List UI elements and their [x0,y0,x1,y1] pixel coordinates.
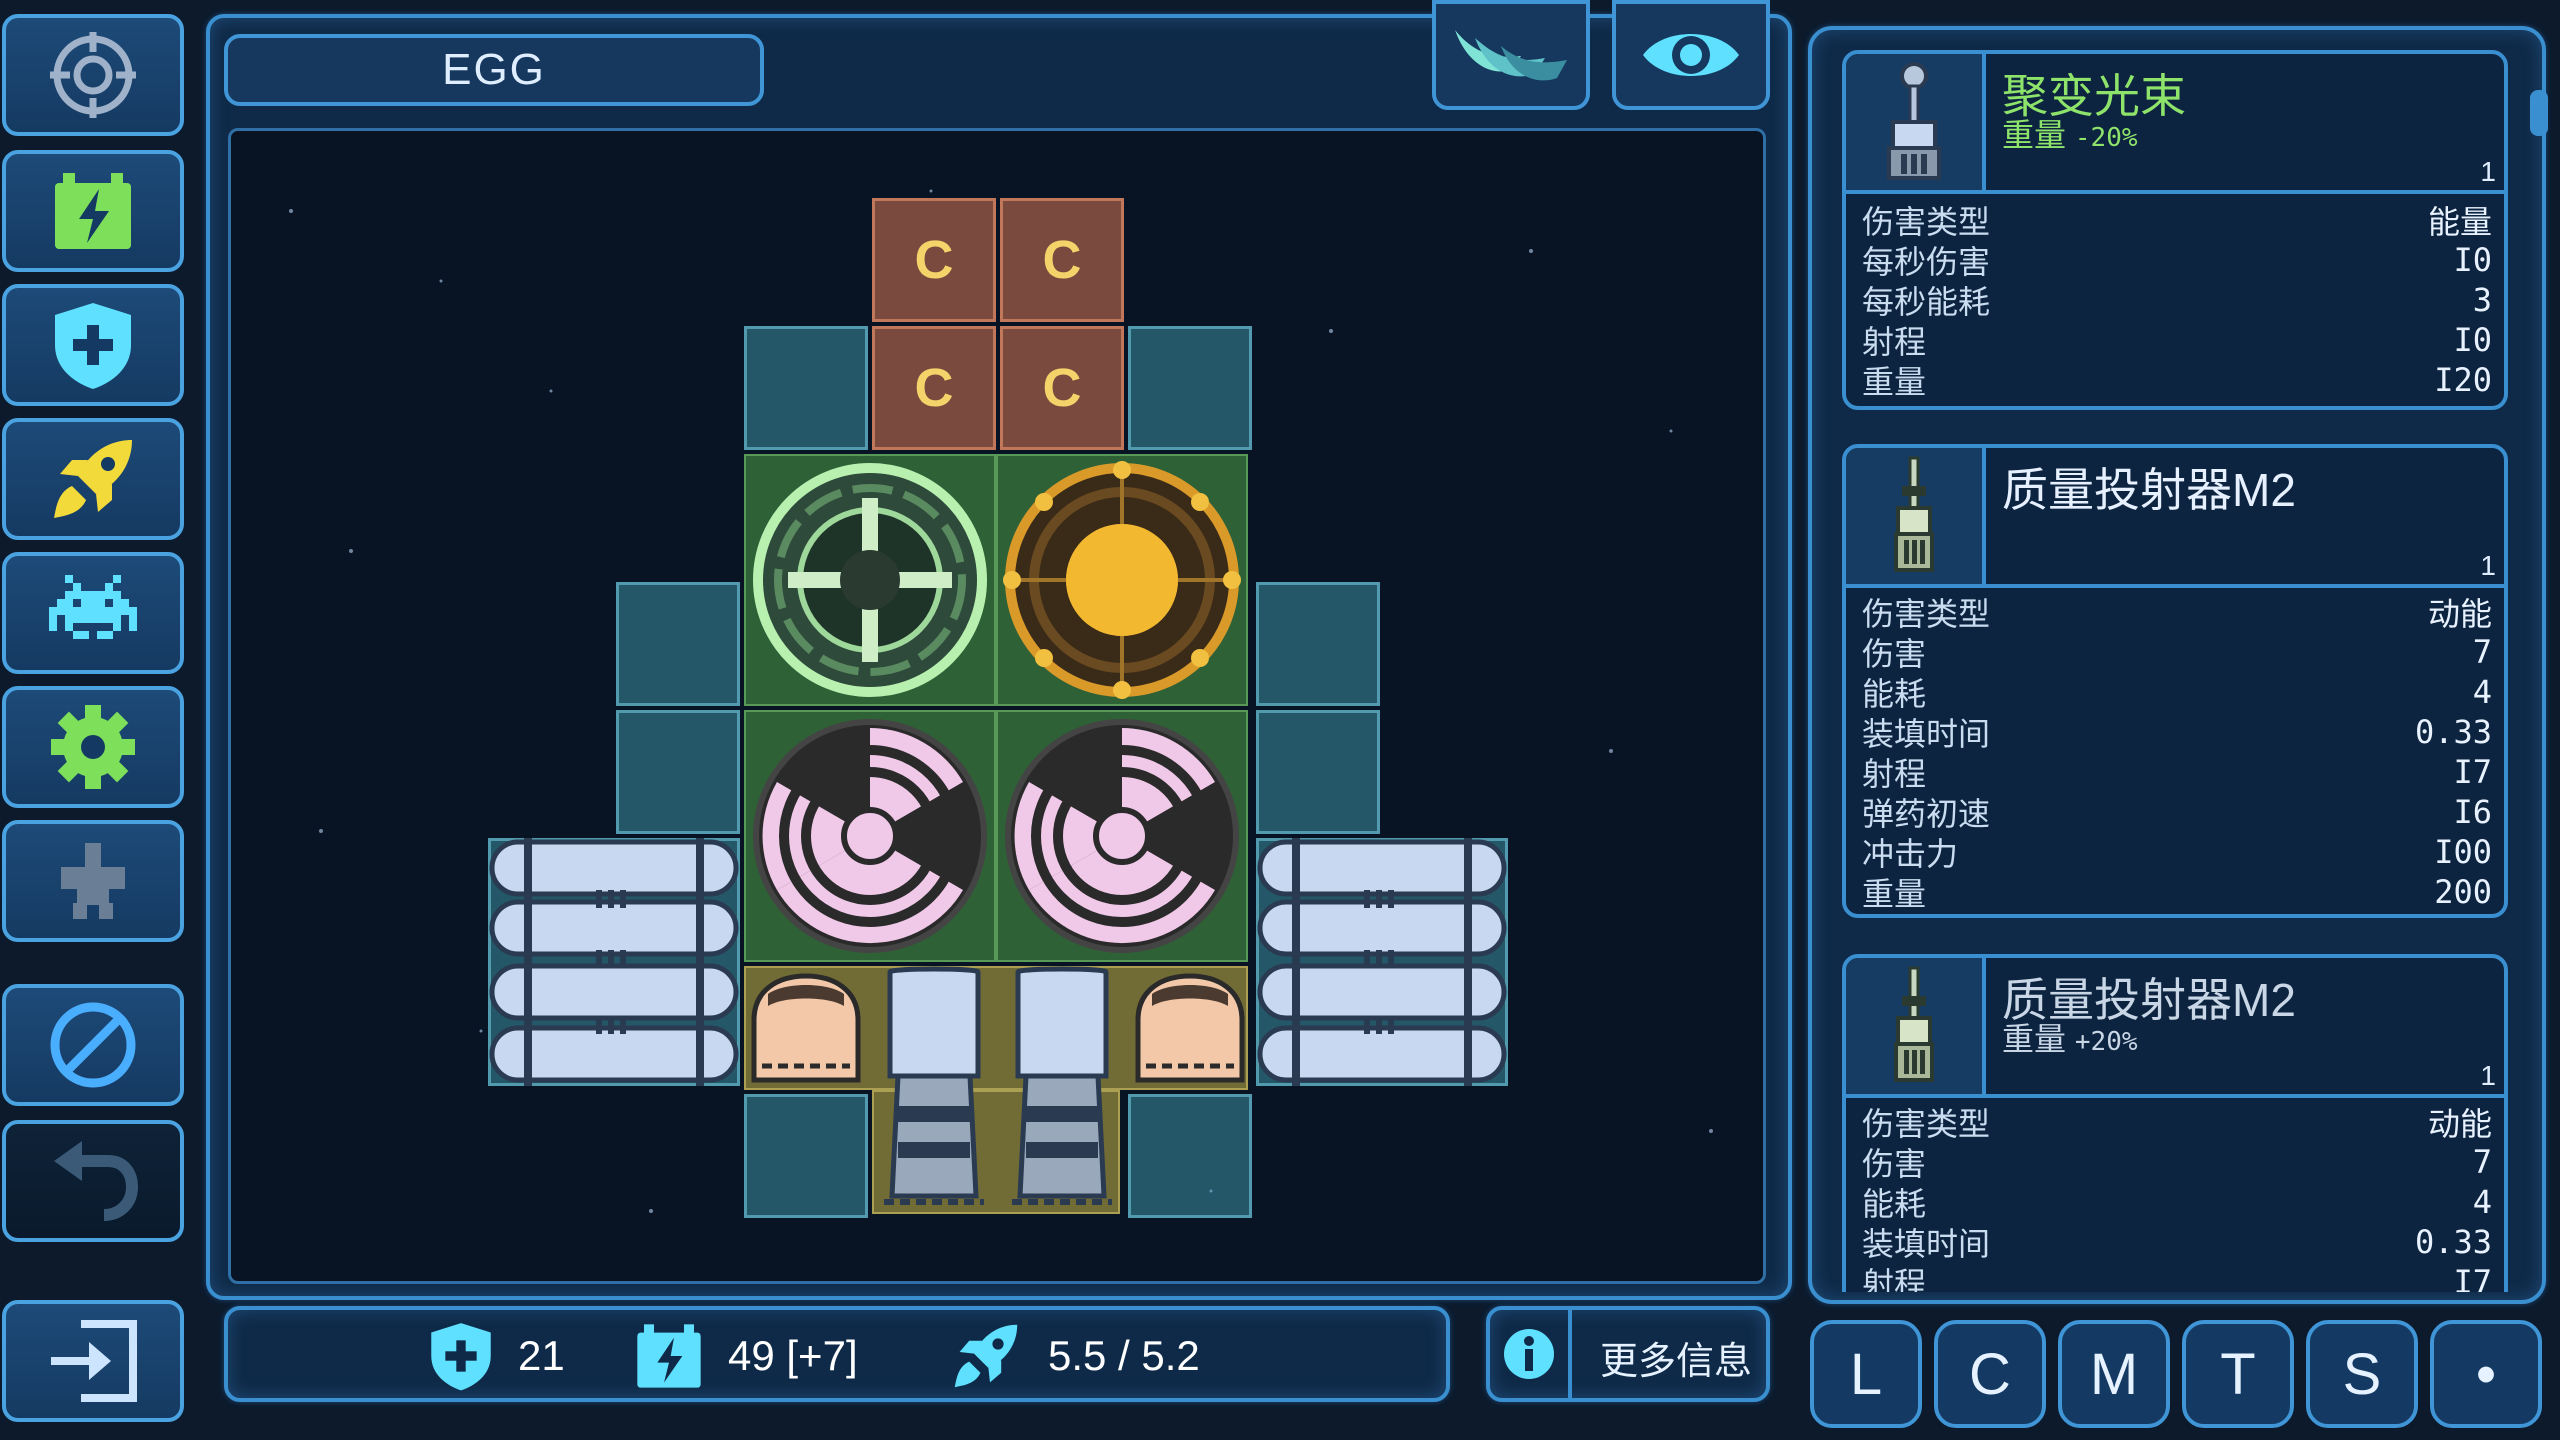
stat-value: I0 [2453,241,2492,279]
filter-tab-label: C [1969,1341,2011,1407]
stat-value: I20 [2434,361,2492,399]
stat-label: 重量 [1862,364,1927,400]
shield-plus-icon [431,1323,491,1391]
part-modifier-label: 重量 [2002,1021,2067,1057]
part-card-header: 质量投射器M2 重量 +20% 1 [1846,958,2504,1098]
filter-tab-label: T [2220,1341,2256,1407]
stat-value: 4 [2472,673,2492,711]
stat-value: 200 [2434,873,2492,911]
stat-value: I7 [2453,753,2492,791]
stat-label: 重量 [1862,876,1927,912]
part-card-list: 聚变光束 重量 -20% 1 伤害类型 能量 每秒伤害 I0 每秒能耗 3 射程 I0 … [0,40,2560,1292]
part-modifier-value: -20% [2074,123,2138,153]
stat-row: 伤害 7 [1846,1142,2504,1182]
part-modifier-value: +20% [2074,1027,2138,1057]
stat-row: 每秒伤害 I0 [1846,240,2504,280]
shield-stat: 21 [428,1318,565,1394]
shield-value: 21 [518,1332,565,1379]
info-icon [1504,1329,1554,1379]
part-modifier-label: 重量 [2002,117,2067,153]
exit-button[interactable] [2,1300,184,1422]
filter-tab-m[interactable]: M [2058,1320,2170,1428]
part-card[interactable]: 聚变光束 重量 -20% 1 伤害类型 能量 每秒伤害 I0 每秒能耗 3 射程 I0 … [1842,50,2508,410]
stat-value: 7 [2472,1143,2492,1181]
rocket-icon [954,1324,1018,1388]
part-icon-box [1846,448,1986,584]
stat-value: I6 [2453,793,2492,831]
stat-row: 伤害类型 能量 [1846,200,2504,241]
exit-icon [51,1320,137,1402]
stat-value: 3 [2472,281,2492,319]
stat-row: 伤害类型 动能 [1846,592,2504,633]
filter-tab-label: • [2475,1341,2497,1407]
part-stats: 伤害类型 能量 每秒伤害 I0 每秒能耗 3 射程 I0 重量 I20 [1846,194,2504,400]
filter-tab-s[interactable]: S [2306,1320,2418,1428]
battery-icon [637,1324,701,1388]
energy-value: 49 [+7] [728,1332,858,1379]
stat-value: 7 [2472,633,2492,671]
mass-driver-icon [1894,456,1934,572]
stat-row: 能耗 4 [1846,1182,2504,1222]
filter-tab-c[interactable]: C [1934,1320,2046,1428]
filter-tab-label: M [2089,1341,2139,1407]
filter-tab-misc[interactable]: • [2430,1320,2542,1428]
energy-stat: 49 [+7] [634,1318,858,1394]
stat-value: 能量 [2427,203,2492,241]
filter-tab-label: S [2342,1341,2382,1407]
more-info-button[interactable]: 更多信息 [1486,1306,1770,1402]
info-icon-box [1490,1310,1572,1398]
part-card[interactable]: 质量投射器M2 1 伤害类型 动能 伤害 7 能耗 4 装填时间 0.33 射程 I7 弹… [1842,444,2508,918]
mass-driver-icon [1894,966,1934,1082]
more-info-label: 更多信息 [1600,1341,1753,1383]
part-stats: 伤害类型 动能 伤害 7 能耗 4 装填时间 0.33 射程 I7 [1846,1098,2504,1292]
fusion-beam-icon [1887,62,1941,180]
part-modifier: 重量 -20% [2002,110,2138,156]
stat-value: 动能 [2427,595,2492,633]
stat-row: 装填时间 0.33 [1846,712,2504,752]
stat-row: 每秒能耗 3 [1846,280,2504,320]
stat-value: 0.33 [2414,713,2492,751]
stat-row: 伤害 7 [1846,632,2504,672]
part-icon-box [1846,958,1986,1094]
stat-value: I00 [2434,833,2492,871]
stat-row: 能耗 4 [1846,672,2504,712]
part-modifier: 重量 +20% [2002,1014,2138,1060]
part-card[interactable]: 质量投射器M2 重量 +20% 1 伤害类型 动能 伤害 7 能耗 4 装填时间 0.3… [1842,954,2508,1292]
stat-value: 动能 [2427,1105,2492,1143]
stat-row: 重量 I20 [1846,360,2504,400]
part-count: 1 [2480,1060,2496,1091]
part-count: 1 [2480,156,2496,187]
part-count: 1 [2480,550,2496,581]
part-card-header: 质量投射器M2 1 [1846,448,2504,588]
stat-value: I0 [2453,321,2492,359]
stat-value: 4 [2472,1183,2492,1221]
stat-row: 伤害类型 动能 [1846,1102,2504,1143]
speed-value: 5.5 / 5.2 [1048,1332,1200,1379]
filter-tab-label: L [1849,1341,1883,1407]
part-stats: 伤害类型 动能 伤害 7 能耗 4 装填时间 0.33 射程 I7 弹药初速 I6 冲击力 I… [1846,588,2504,912]
stat-row: 弹药初速 I6 [1846,792,2504,832]
stat-row: 射程 I0 [1846,320,2504,360]
stat-row: 射程 I7 [1846,752,2504,792]
stat-row: 重量 200 [1846,872,2504,912]
filter-tab-l[interactable]: L [1810,1320,1922,1428]
speed-stat: 5.5 / 5.2 [950,1318,1200,1394]
part-name: 质量投射器M2 [2002,464,2296,516]
part-icon-box [1846,54,1986,190]
stat-value: 0.33 [2414,1223,2492,1261]
part-card-header: 聚变光束 重量 -20% 1 [1846,54,2504,194]
filter-tab-t[interactable]: T [2182,1320,2294,1428]
stat-row: 装填时间 0.33 [1846,1222,2504,1262]
stat-row: 冲击力 I00 [1846,832,2504,872]
